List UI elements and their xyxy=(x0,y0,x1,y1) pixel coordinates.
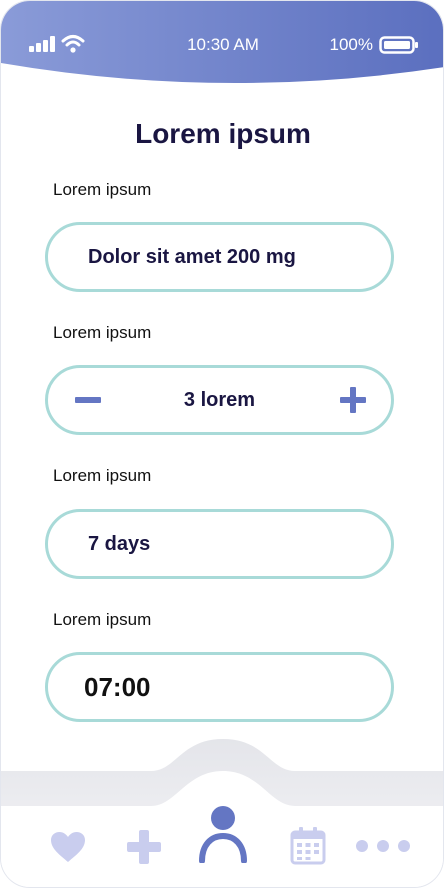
medication-label: Lorem ipsum xyxy=(53,180,152,199)
medication-field[interactable]: Dolor sit amet 200 mg xyxy=(45,222,394,292)
heart-icon[interactable] xyxy=(50,831,86,863)
phone-screen: 10:30 AM 100% Lorem ipsum Lorem ipsum Do… xyxy=(0,0,444,888)
time-field[interactable]: 07:00 xyxy=(45,652,394,722)
duration-value: 7 days xyxy=(88,533,151,555)
increment-button[interactable] xyxy=(333,368,373,432)
user-icon[interactable] xyxy=(197,805,249,863)
duration-label: Lorem ipsum xyxy=(53,466,152,485)
medication-value: Dolor sit amet 200 mg xyxy=(88,246,296,268)
quantity-stepper[interactable]: 3 lorem xyxy=(45,365,394,435)
duration-field[interactable]: 7 days xyxy=(45,509,394,579)
tab-bar xyxy=(1,731,443,887)
dose-label: Lorem ipsum xyxy=(53,323,152,342)
time-label: Lorem ipsum xyxy=(53,610,152,629)
plus-icon xyxy=(340,387,366,413)
time-value: 07:00 xyxy=(84,672,151,702)
battery-icon xyxy=(379,36,418,54)
page-title: Lorem ipsum xyxy=(135,118,311,149)
more-icon[interactable] xyxy=(355,839,413,853)
status-bar: 10:30 AM 100% xyxy=(1,1,443,91)
calendar-icon[interactable] xyxy=(290,827,326,865)
battery-percentage: 100% xyxy=(329,35,373,54)
plus-icon[interactable] xyxy=(127,830,161,864)
status-time: 10:30 AM xyxy=(187,35,259,54)
